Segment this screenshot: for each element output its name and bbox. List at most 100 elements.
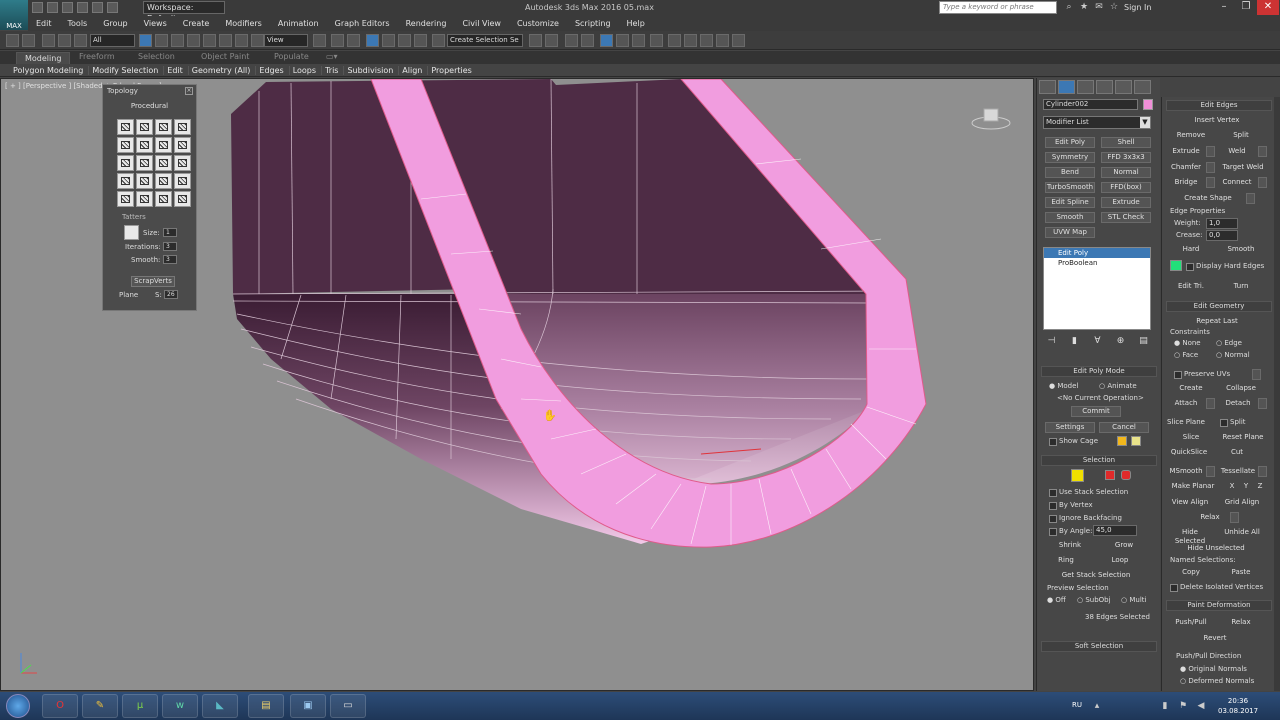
topology-pattern-button[interactable] (117, 173, 134, 189)
webcam-app-icon[interactable]: w (162, 694, 198, 718)
topology-pattern-button[interactable] (136, 155, 153, 171)
topology-pattern-button[interactable] (136, 191, 153, 207)
grow-button[interactable]: Grow (1099, 540, 1149, 551)
material-editor-icon[interactable] (650, 34, 663, 47)
new-file-icon[interactable] (32, 2, 43, 13)
planar-x-button[interactable]: X (1226, 481, 1238, 492)
selection-region-icon[interactable] (171, 34, 184, 47)
s-spinner[interactable]: 26 (164, 290, 178, 299)
cut-button[interactable]: Cut (1218, 447, 1256, 458)
ribbon-tris[interactable]: Tris (321, 65, 338, 75)
file-explorer-icon[interactable]: ▤ (248, 694, 284, 718)
hard-edge-color-swatch[interactable] (1170, 260, 1182, 271)
display-hard-edges-checkbox[interactable]: Display Hard Edges (1186, 262, 1264, 271)
detach-button[interactable]: Detach (1218, 398, 1258, 409)
tab-freeform[interactable]: Freeform (79, 52, 115, 61)
preview-subobj-radio[interactable]: ○ SubObj (1077, 596, 1111, 604)
move-icon[interactable] (203, 34, 216, 47)
constraint-normal-radio[interactable]: ○ Normal (1216, 351, 1250, 359)
display-tab-icon[interactable] (1115, 80, 1132, 94)
topology-pattern-button[interactable] (136, 137, 153, 153)
menu-modifiers[interactable]: Modifiers (225, 19, 262, 28)
cancel-button[interactable]: Cancel (1099, 422, 1149, 433)
mirror-icon[interactable] (529, 34, 542, 47)
hide-selected-button[interactable]: Hide Selected (1166, 527, 1214, 545)
animate-radio[interactable]: ○ Animate (1099, 382, 1137, 390)
menu-help[interactable]: Help (627, 19, 645, 28)
app-logo-icon[interactable]: MAX (0, 0, 28, 30)
commit-button[interactable]: Commit (1071, 406, 1121, 417)
help-search-input[interactable]: Type a keyword or phrase (939, 1, 1057, 14)
split-checkbox[interactable]: Split (1220, 418, 1246, 427)
ribbon-polygon-modeling[interactable]: Polygon Modeling (10, 66, 83, 75)
push-pull-button[interactable]: Push/Pull (1168, 617, 1214, 628)
angle-spinner[interactable]: 45,0 (1093, 525, 1137, 536)
preserve-uvs-settings-icon[interactable] (1252, 369, 1261, 380)
turn-button[interactable]: Turn (1218, 281, 1264, 292)
communication-icon[interactable]: ✉ (1094, 2, 1104, 12)
edit-geometry-rollout[interactable]: Edit Geometry (1166, 301, 1272, 312)
size-spinner[interactable]: 1 (163, 228, 177, 237)
ribbon-options-icon[interactable]: ▭▾ (326, 52, 338, 61)
redo-icon[interactable] (92, 2, 103, 13)
mod-shell-button[interactable]: Shell (1101, 137, 1151, 148)
mod-extrude-button[interactable]: Extrude (1101, 197, 1151, 208)
extrude-button[interactable]: Extrude (1166, 146, 1206, 157)
edit-tri-button[interactable]: Edit Tri. (1168, 281, 1214, 292)
ribbon-subdivision[interactable]: Subdivision (343, 65, 393, 75)
topology-pattern-button[interactable] (174, 173, 191, 189)
workspace-dropdown[interactable]: Workspace: Default (143, 1, 225, 23)
layer-explorer-icon[interactable] (581, 34, 594, 47)
spinner-snap-icon[interactable] (414, 34, 427, 47)
weld-settings-icon[interactable] (1258, 146, 1267, 157)
mod-uvw-map-button[interactable]: UVW Map (1045, 227, 1095, 238)
crease-spinner[interactable]: 0,0 (1206, 230, 1238, 241)
make-planar-button[interactable]: Make Planar (1166, 481, 1220, 492)
mod-ffdbox-button[interactable]: FFD(box) (1101, 182, 1151, 193)
ring-button[interactable]: Ring (1045, 555, 1087, 566)
tab-modeling[interactable]: Modeling (16, 52, 71, 64)
tab-selection[interactable]: Selection (138, 52, 175, 61)
window-crossing-icon[interactable] (187, 34, 200, 47)
topology-pattern-button[interactable] (136, 119, 153, 135)
object-name-field[interactable]: Cylinder002 (1043, 99, 1138, 110)
selection-rollout[interactable]: Selection (1041, 455, 1157, 466)
menu-group[interactable]: Group (103, 19, 127, 28)
detach-settings-icon[interactable] (1258, 398, 1267, 409)
pen-tool-icon[interactable]: ✎ (82, 694, 118, 718)
rotate-icon[interactable] (219, 34, 232, 47)
iterations-spinner[interactable]: 3 (163, 242, 177, 251)
menu-animation[interactable]: Animation (278, 19, 319, 28)
grid-align-button[interactable]: Grid Align (1218, 497, 1266, 508)
perspective-viewport[interactable]: [ + ] [Perspective ] [Shaded + Edged Fac… (0, 78, 1034, 691)
bridge-settings-icon[interactable] (1206, 177, 1215, 188)
copy-button[interactable]: Copy (1168, 567, 1214, 578)
favorites-icon[interactable]: ☆ (1109, 2, 1119, 12)
repeat-last-button[interactable]: Repeat Last (1172, 316, 1262, 327)
undo-icon[interactable] (77, 2, 88, 13)
remove-modifier-icon[interactable]: ⊕ (1114, 336, 1127, 349)
topology-pattern-button[interactable] (155, 191, 172, 207)
create-shape-button[interactable]: Create Shape (1172, 193, 1244, 204)
extrude-settings-icon[interactable] (1206, 146, 1215, 157)
volume-icon[interactable]: ◀ (1196, 701, 1206, 711)
view-align-button[interactable]: View Align (1166, 497, 1214, 508)
create-tab-icon[interactable] (1039, 80, 1056, 94)
mod-symmetry-button[interactable]: Symmetry (1045, 152, 1095, 163)
modify-tab-icon[interactable] (1058, 80, 1075, 94)
screenshot-tool-icon[interactable]: ▣ (290, 694, 326, 718)
paste-button[interactable]: Paste (1218, 567, 1264, 578)
menu-customize[interactable]: Customize (517, 19, 559, 28)
percent-snap-icon[interactable] (398, 34, 411, 47)
topology-pattern-button[interactable] (174, 119, 191, 135)
modifier-list-dropdown[interactable]: Modifier List ▼ (1043, 116, 1151, 129)
ribbon-modify-selection[interactable]: Modify Selection (88, 65, 158, 75)
mod-smooth-button[interactable]: Smooth (1045, 212, 1095, 223)
edit-edges-rollout[interactable]: Edit Edges (1166, 100, 1272, 111)
selection-filter-dropdown[interactable]: All (90, 34, 135, 47)
planar-z-button[interactable]: Z (1254, 481, 1266, 492)
topology-pattern-button[interactable] (117, 119, 134, 135)
align-icon[interactable] (545, 34, 558, 47)
object-color-swatch[interactable] (1143, 99, 1153, 110)
topology-pattern-button[interactable] (117, 155, 134, 171)
